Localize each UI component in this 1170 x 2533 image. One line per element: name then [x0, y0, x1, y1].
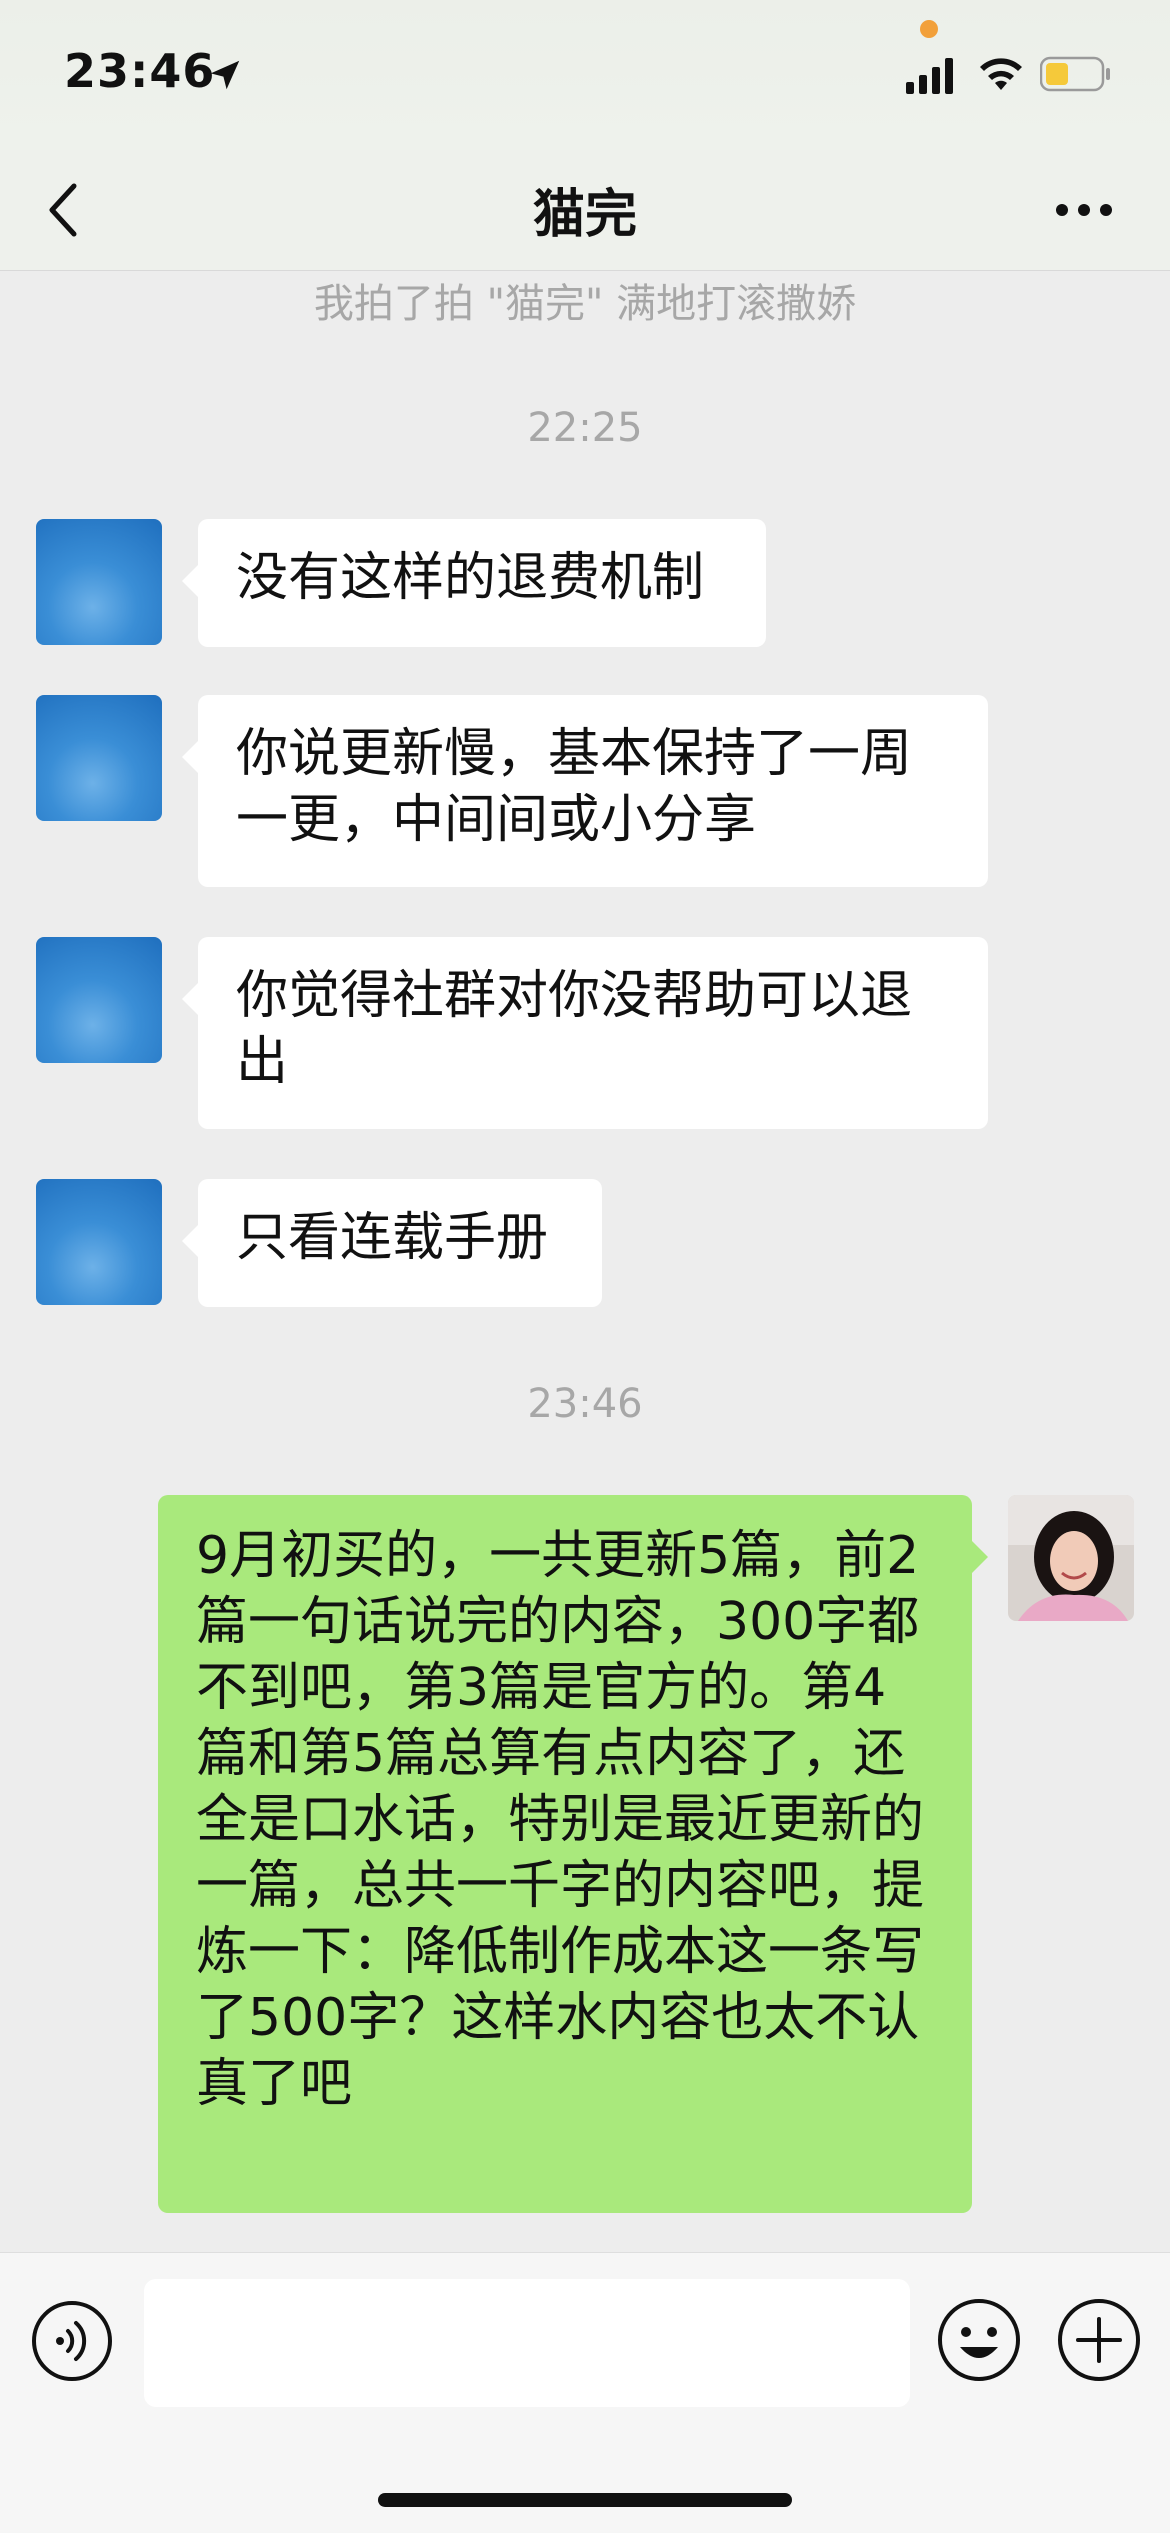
- status-bar: 23:46: [0, 0, 1170, 150]
- message-input[interactable]: [144, 2279, 910, 2407]
- more-dots-icon[interactable]: [1054, 202, 1114, 218]
- incoming-message[interactable]: 只看连载手册: [182, 1179, 602, 1307]
- incoming-message[interactable]: 你说更新慢，基本保持了一周一更，中间间或小分享: [182, 695, 988, 887]
- contact-avatar[interactable]: [36, 695, 162, 821]
- status-time: 23:46: [64, 44, 216, 98]
- home-indicator[interactable]: [378, 2493, 792, 2507]
- timestamp: 23:46: [527, 1381, 643, 1427]
- chat-area[interactable]: 我拍了拍 "猫完" 满地打滚撒娇 22:25 没有这样的退费机制 你说更新慢，基…: [0, 271, 1170, 2251]
- signal-icon: [906, 58, 953, 94]
- outgoing-message[interactable]: 9月初买的，一共更新5篇，前2篇一句话说完的内容，300字都不到吧，第3篇是官方…: [158, 1495, 988, 2213]
- battery-icon: [1040, 56, 1110, 92]
- wifi-icon: [980, 58, 1022, 90]
- privacy-indicator-dot: [920, 20, 938, 38]
- incoming-message[interactable]: 你觉得社群对你没帮助可以退出: [182, 937, 988, 1129]
- chat-title: 猫完: [532, 185, 637, 245]
- voice-icon[interactable]: [30, 2299, 114, 2383]
- emoji-icon[interactable]: [936, 2297, 1022, 2383]
- contact-avatar[interactable]: [36, 1179, 162, 1305]
- user-avatar-image: [1008, 1495, 1134, 1621]
- plus-icon[interactable]: [1056, 2297, 1142, 2383]
- nav-bar: 猫完: [0, 150, 1170, 271]
- user-avatar[interactable]: [1008, 1495, 1134, 1621]
- pat-system-message: 我拍了拍 "猫完" 满地打滚撒娇: [313, 281, 857, 327]
- incoming-message[interactable]: 没有这样的退费机制: [182, 519, 766, 647]
- location-arrow-icon: [210, 60, 240, 90]
- contact-avatar[interactable]: [36, 937, 162, 1063]
- timestamp: 22:25: [527, 405, 643, 451]
- contact-avatar[interactable]: [36, 519, 162, 645]
- input-bar: [0, 2252, 1170, 2533]
